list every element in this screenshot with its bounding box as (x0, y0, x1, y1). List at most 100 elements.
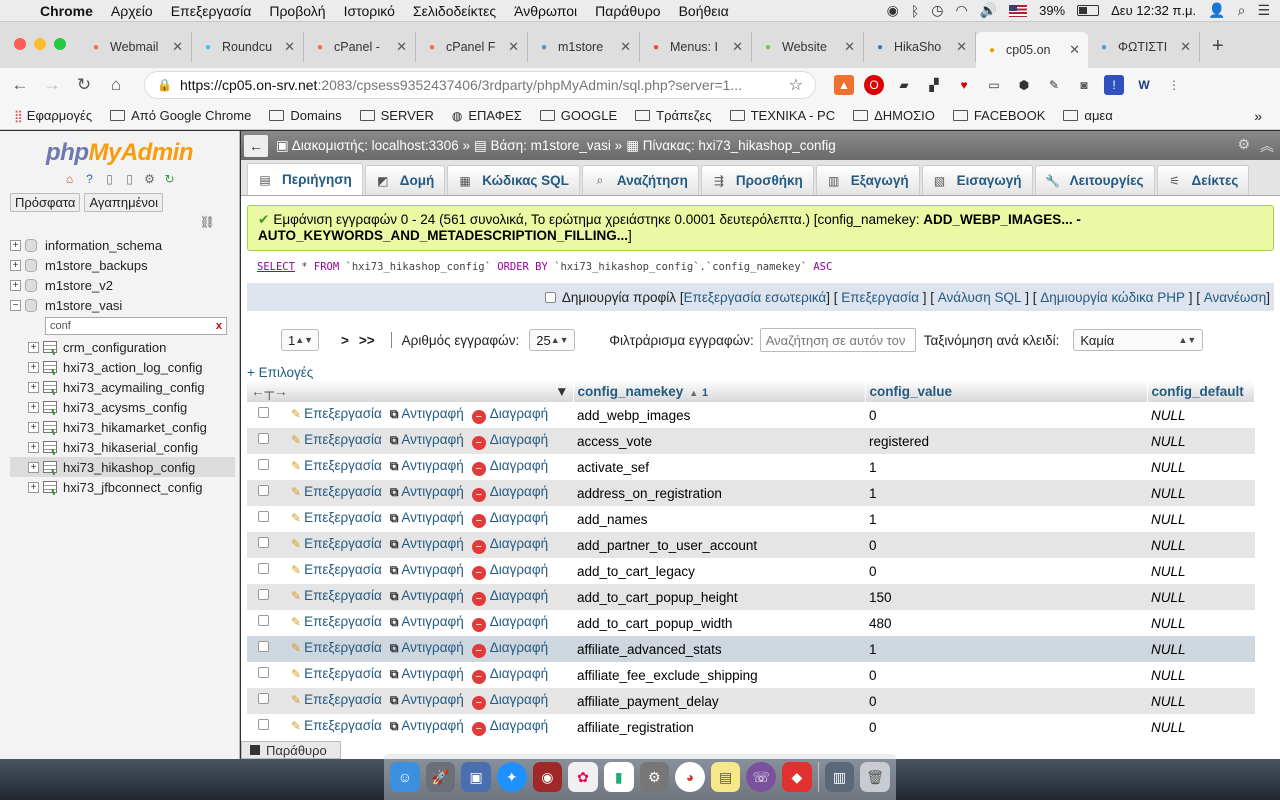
collapse-icon[interactable]: − (10, 299, 21, 311)
tree-database-item[interactable]: + information_schema (10, 235, 235, 255)
row-edit-link[interactable]: ✎ Επεξεργασία (291, 666, 382, 681)
downloads-folder-icon[interactable]: ▥ (824, 762, 855, 792)
battery-icon[interactable] (1077, 5, 1100, 16)
column-resize-header[interactable]: ←┬→ ▼ (247, 380, 574, 402)
photos-icon[interactable]: ✿ (568, 762, 598, 792)
row-delete-link[interactable]: − Διαγραφή (471, 614, 548, 632)
trash-icon[interactable]: 🗑 (860, 762, 890, 792)
tab-triggers[interactable]: ⚟ Δείκτες (1156, 165, 1250, 195)
tree-table-item[interactable]: + crm_configuration (10, 337, 235, 357)
page-select[interactable]: 1 ▲▼ (281, 329, 319, 351)
safari-icon[interactable]: ✦ (496, 762, 527, 792)
close-tab-icon[interactable]: ✕ (956, 39, 967, 55)
config-namekey-cell[interactable]: activate_sef (573, 454, 865, 480)
row-edit-link[interactable]: ✎ Επεξεργασία (291, 536, 382, 551)
table-row[interactable]: ✎ Επεξεργασία ⧉ Αντιγραφή − Διαγραφή add_to_ca… (247, 610, 1255, 636)
row-edit-link[interactable]: ✎ Επεξεργασία (291, 718, 382, 733)
row-edit-link[interactable]: ✎ Επεξεργασία (291, 484, 382, 499)
table-row[interactable]: ✎ Επεξεργασία ⧉ Αντιγραφή − Διαγραφή access_vo… (247, 428, 1255, 454)
table-row[interactable]: ✎ Επεξεργασία ⧉ Αντιγραφή − Διαγραφή add_to_ca… (247, 558, 1255, 584)
row-checkbox[interactable] (258, 511, 269, 522)
config-value-cell[interactable]: 0 (865, 662, 1147, 688)
collapse-topbar-icon[interactable]: ︽ (1260, 136, 1274, 156)
row-edit-link[interactable]: ✎ Επεξεργασία (291, 562, 382, 577)
row-copy-link[interactable]: ⧉ Αντιγραφή (390, 718, 464, 733)
row-edit-link[interactable]: ✎ Επεξεργασία (291, 588, 382, 603)
row-copy-link[interactable]: ⧉ Αντιγραφή (390, 406, 464, 421)
expand-icon[interactable]: + (10, 259, 21, 271)
chrome-icon[interactable]: ◕ (675, 762, 705, 792)
config-namekey-cell[interactable]: add_webp_images (573, 402, 865, 428)
browser-tab[interactable]: ● Menus: I ✕ (640, 32, 752, 62)
config-default-cell[interactable]: NULL (1147, 714, 1255, 740)
config-value-cell[interactable]: 0 (865, 688, 1147, 714)
tab-insert[interactable]: ⇶ Προσθήκη (700, 165, 814, 195)
row-checkbox[interactable] (258, 693, 269, 704)
extension-camera-icon[interactable]: ◙ (1074, 75, 1094, 95)
config-value-cell[interactable]: registered (865, 428, 1147, 454)
close-tab-icon[interactable]: ✕ (172, 39, 183, 55)
table-row[interactable]: ✎ Επεξεργασία ⧉ Αντιγραφή − Διαγραφή address_o… (247, 480, 1255, 506)
tree-table-item[interactable]: + hxi73_hikamarket_config (10, 417, 235, 437)
menu-view[interactable]: Προβολή (269, 3, 325, 19)
lock-icon[interactable]: 🔒 (157, 78, 172, 92)
config-value-cell[interactable]: 0 (865, 558, 1147, 584)
volume-icon[interactable]: 🔊 (980, 2, 997, 19)
back-icon[interactable]: ← (10, 75, 30, 95)
tree-table-item[interactable]: + hxi73_jfbconnect_config (10, 477, 235, 497)
forward-icon[interactable]: → (42, 75, 62, 95)
last-page-button[interactable]: >> (359, 333, 375, 348)
tab-operations[interactable]: 🔧 Λειτουργίες (1034, 165, 1155, 195)
explain-sql-link[interactable]: Ανάλυση SQL (938, 290, 1022, 305)
clock[interactable]: Δευ 12:32 π.μ. (1111, 3, 1196, 18)
column-header-config-namekey[interactable]: config_namekey ▲ 1 (573, 380, 866, 402)
config-value-cell[interactable]: 150 (865, 584, 1147, 610)
table-row[interactable]: ✎ Επεξεργασία ⧉ Αντιγραφή − Διαγραφή add_webp_… (247, 402, 1255, 428)
browser-tab[interactable]: ● Roundcu ✕ (192, 32, 304, 62)
config-default-cell[interactable]: NULL (1147, 532, 1255, 558)
bookmarks-more-icon[interactable]: » (1254, 108, 1262, 124)
breadcrumb-table[interactable]: ▦ Πίνακας: hxi73_hikashop_config (626, 138, 836, 154)
browser-tab[interactable]: ● Webmail ✕ (80, 32, 192, 62)
config-default-cell[interactable]: NULL (1147, 428, 1255, 454)
extension-tall-icon[interactable]: ! (1104, 75, 1124, 95)
config-value-cell[interactable]: 0 (865, 402, 1147, 428)
tree-database-item[interactable]: + m1store_v2 (10, 275, 235, 295)
tab-search[interactable]: ⌕ Αναζήτηση (581, 165, 699, 195)
tree-table-item[interactable]: + hxi73_action_log_config (10, 357, 235, 377)
row-checkbox[interactable] (258, 433, 269, 444)
minimize-window-icon[interactable] (34, 38, 46, 50)
browser-tab[interactable]: ● ΦΩΤΙΣΤΙ ✕ (1088, 32, 1200, 62)
notification-center-icon[interactable]: ☰ (1257, 2, 1270, 19)
maximize-window-icon[interactable] (54, 38, 66, 50)
extension-eyedropper-icon[interactable]: ✎ (1044, 75, 1064, 95)
config-namekey-cell[interactable]: add_to_cart_legacy (573, 558, 865, 584)
column-dropdown-icon[interactable]: ▼ (555, 384, 568, 399)
expand-icon[interactable]: + (28, 361, 39, 373)
pma-logo[interactable]: phpMyAdmin (0, 139, 239, 167)
close-window-icon[interactable] (14, 38, 26, 50)
us-flag-icon[interactable] (1009, 4, 1028, 17)
reload-icon[interactable]: ↻ (74, 75, 94, 95)
config-namekey-cell[interactable]: add_to_cart_popup_width (573, 610, 865, 636)
sort-by-key-select[interactable]: Καμία ▲▼ (1073, 329, 1204, 351)
row-checkbox[interactable] (258, 641, 269, 652)
browser-tab[interactable]: ● HikaSho ✕ (864, 32, 976, 62)
collapse-nav-icon[interactable]: ← (244, 134, 268, 157)
expand-icon[interactable]: + (28, 381, 39, 393)
extension-chart-icon[interactable]: ▲ (834, 75, 854, 95)
row-edit-link[interactable]: ✎ Επεξεργασία (291, 510, 382, 525)
bookmark-item[interactable]: SERVER (359, 108, 434, 123)
config-value-cell[interactable]: 480 (865, 610, 1147, 636)
config-namekey-cell[interactable]: add_partner_to_user_account (573, 532, 865, 558)
row-delete-link[interactable]: − Διαγραφή (471, 718, 548, 736)
menu-window[interactable]: Παράθυρο (595, 3, 660, 19)
link-with-main-icon[interactable]: ⛓ (200, 215, 215, 229)
row-edit-link[interactable]: ✎ Επεξεργασία (291, 406, 382, 421)
config-default-cell[interactable]: NULL (1147, 662, 1255, 688)
table-row[interactable]: ✎ Επεξεργασία ⧉ Αντιγραφή − Διαγραφή affiliate… (247, 688, 1255, 714)
menu-app-name[interactable]: Chrome (40, 3, 93, 19)
viber-icon[interactable]: ☏ (746, 762, 777, 792)
row-delete-link[interactable]: − Διαγραφή (471, 406, 548, 424)
menu-people[interactable]: Άνθρωποι (514, 3, 577, 19)
